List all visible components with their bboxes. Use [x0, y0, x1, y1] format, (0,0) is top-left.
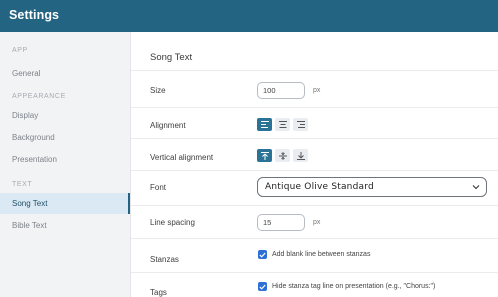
- align-middle-icon[interactable]: [275, 149, 290, 162]
- left-align-icon[interactable]: [257, 118, 272, 131]
- vertical-alignment-label: Vertical alignment: [150, 153, 214, 162]
- stanzas-label: Stanzas: [150, 255, 179, 264]
- sidebar-item-presentation[interactable]: Presentation: [0, 149, 130, 170]
- stanzas-checkbox-label[interactable]: Add blank line between stanzas: [272, 251, 370, 258]
- title-bar: Settings: [0, 0, 498, 32]
- divider: [131, 205, 498, 206]
- tags-checkbox[interactable]: [258, 282, 267, 291]
- line-spacing-unit: px: [313, 219, 321, 226]
- size-label: Size: [150, 86, 166, 95]
- sidebar-item-display[interactable]: Display: [0, 105, 130, 126]
- alignment-segmented-control: [257, 118, 308, 131]
- tags-label: Tags: [150, 288, 167, 297]
- sidebar-item-song-text[interactable]: Song Text: [0, 193, 130, 214]
- alignment-label: Alignment: [150, 121, 186, 130]
- chevron-down-icon: [472, 185, 480, 190]
- page-title: Song Text: [150, 52, 193, 63]
- font-label: Font: [150, 183, 167, 192]
- line-spacing-input[interactable]: [257, 214, 305, 231]
- line-spacing-label: Line spacing: [150, 218, 195, 227]
- divider: [131, 238, 498, 239]
- divider: [131, 170, 498, 171]
- sidebar-section-appearance: APPEARANCE: [12, 93, 66, 100]
- sidebar-item-bible-text[interactable]: Bible Text: [0, 215, 130, 236]
- vertical-alignment-segmented-control: [257, 149, 308, 162]
- window-title: Settings: [9, 8, 60, 22]
- checkmark-icon: [259, 284, 266, 290]
- divider: [131, 138, 498, 139]
- font-select[interactable]: Antique Olive Standard: [257, 177, 487, 197]
- settings-sidebar: APP General APPEARANCE Display Backgroun…: [0, 32, 131, 297]
- divider: [131, 107, 498, 108]
- sidebar-section-app: APP: [12, 47, 28, 54]
- align-top-icon[interactable]: [257, 149, 272, 162]
- sidebar-item-background[interactable]: Background: [0, 127, 130, 148]
- sidebar-item-general[interactable]: General: [0, 63, 130, 84]
- stanzas-checkbox[interactable]: [258, 250, 267, 259]
- center-align-icon[interactable]: [275, 118, 290, 131]
- divider: [131, 70, 498, 71]
- align-bottom-icon[interactable]: [293, 149, 308, 162]
- right-align-icon[interactable]: [293, 118, 308, 131]
- font-select-value: Antique Olive Standard: [265, 182, 374, 192]
- sidebar-section-text: TEXT: [12, 181, 33, 188]
- checkmark-icon: [259, 252, 266, 258]
- divider: [131, 272, 498, 273]
- settings-content: Song Text Size px Alignment Vertical ali…: [131, 32, 498, 297]
- size-unit: px: [313, 87, 321, 94]
- size-input[interactable]: [257, 82, 305, 99]
- tags-checkbox-label[interactable]: Hide stanza tag line on presentation (e.…: [272, 283, 435, 290]
